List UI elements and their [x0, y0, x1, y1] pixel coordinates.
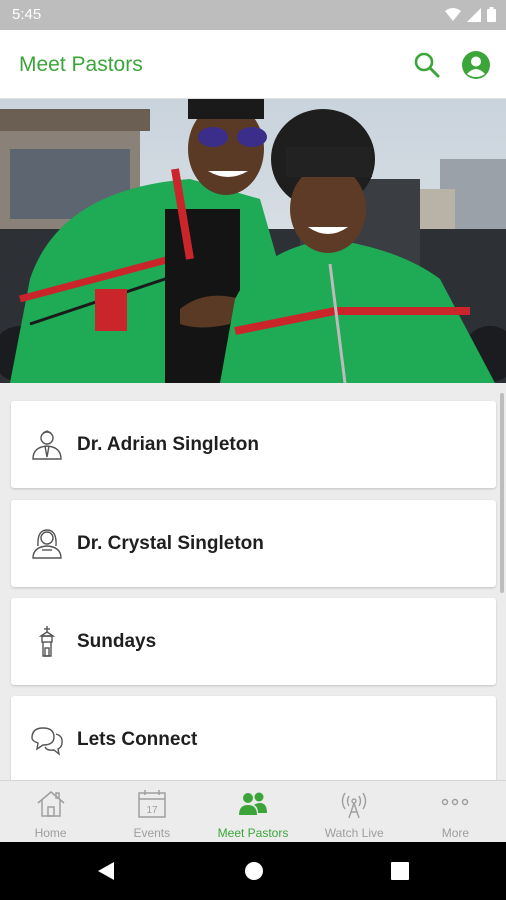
account-icon	[462, 51, 490, 79]
list-item-label: Dr. Crystal Singleton	[77, 533, 264, 554]
list-item[interactable]: Dr. Crystal Singleton	[11, 500, 496, 587]
status-icons	[445, 7, 496, 27]
status-bar: 5:45	[0, 0, 506, 30]
search-button[interactable]	[412, 50, 442, 80]
battery-icon	[487, 7, 496, 27]
calendar-icon: 17	[138, 790, 166, 818]
list-item[interactable]: Sundays	[11, 598, 496, 685]
chat-bubbles-icon	[29, 722, 65, 758]
bottom-nav: Home 17 Events Meet Pastors Watch Live M…	[0, 780, 506, 842]
nav-label: Watch Live	[324, 826, 384, 840]
page-title: Meet Pastors	[19, 53, 143, 76]
list-item[interactable]: Dr. Adrian Singleton	[11, 401, 496, 488]
home-icon	[37, 791, 65, 817]
home-system-button[interactable]	[243, 860, 265, 882]
scrollbar[interactable]	[500, 393, 504, 593]
back-triangle-icon	[98, 862, 114, 880]
system-nav-bar	[0, 842, 506, 900]
calendar-day: 17	[146, 805, 158, 816]
pastor-female-icon	[29, 526, 65, 562]
more-dots-icon	[442, 798, 469, 806]
list-item[interactable]: Lets Connect	[11, 696, 496, 780]
nav-more[interactable]: More	[405, 781, 506, 842]
nav-label: Meet Pastors	[217, 826, 289, 840]
cell-signal-icon	[467, 7, 481, 27]
pastor-male-icon	[29, 427, 65, 463]
status-time: 5:45	[12, 6, 42, 23]
broadcast-tower-icon	[342, 792, 367, 819]
list-item-label: Dr. Adrian Singleton	[77, 434, 259, 455]
recents-square-icon	[391, 862, 409, 880]
people-icon	[239, 792, 267, 815]
nav-watch-live[interactable]: Watch Live	[304, 781, 405, 842]
pastor-list: Dr. Adrian Singleton Dr. Crystal Singlet…	[0, 383, 506, 780]
app-bar: Meet Pastors	[0, 30, 506, 99]
wifi-icon	[445, 7, 461, 27]
nav-events[interactable]: 17 Events	[101, 781, 202, 842]
recents-button[interactable]	[389, 860, 411, 882]
nav-meet-pastors[interactable]: Meet Pastors	[202, 781, 303, 842]
account-button[interactable]	[461, 50, 491, 80]
nav-home[interactable]: Home	[0, 781, 101, 842]
search-icon	[414, 52, 440, 78]
list-item-label: Lets Connect	[77, 729, 198, 750]
church-steeple-icon	[29, 624, 65, 660]
back-button[interactable]	[95, 860, 117, 882]
home-circle-icon	[245, 862, 263, 880]
list-item-label: Sundays	[77, 631, 157, 652]
screen: 5:45 Meet Pastors Dr. Adrian Singleton D…	[0, 0, 506, 900]
nav-label: Home	[34, 826, 67, 840]
nav-label: Events	[133, 826, 171, 840]
pastors-photo	[0, 99, 506, 383]
nav-label: More	[441, 826, 470, 840]
